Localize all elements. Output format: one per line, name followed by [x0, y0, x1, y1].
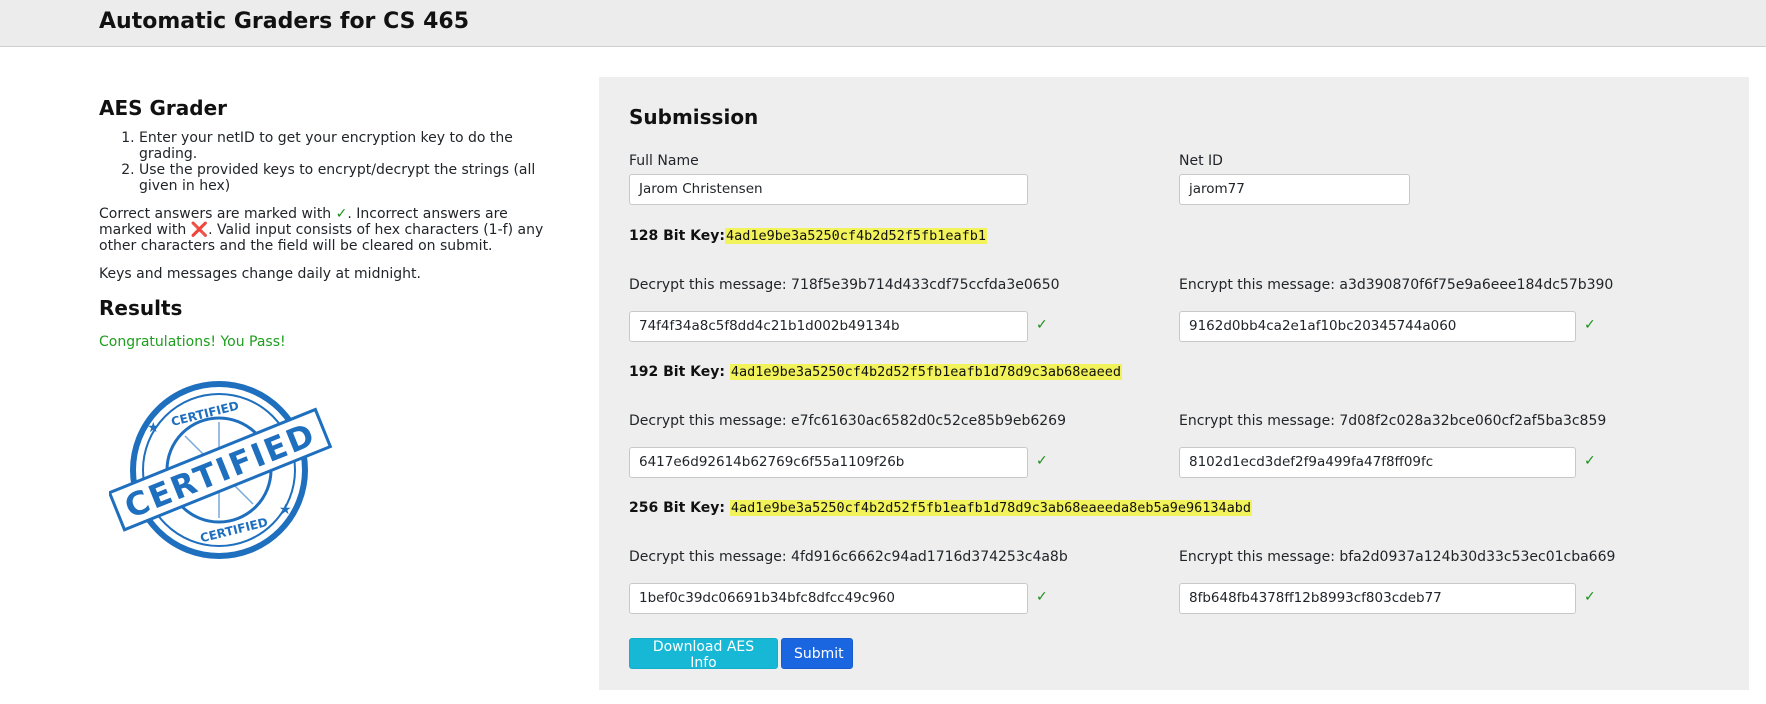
instruction-item: Enter your netID to get your encryption …: [139, 130, 559, 162]
key-256-value: 4ad1e9be3a5250cf4b2d52f5fb1eafb1d78d9c3a…: [729, 500, 1253, 516]
svg-text:★: ★: [279, 502, 292, 518]
svg-text:★: ★: [147, 420, 160, 436]
marks-explanation: Correct answers are marked with ✓. Incor…: [99, 206, 559, 254]
check-icon: ✓: [1584, 589, 1596, 605]
check-icon: ✓: [1036, 589, 1048, 605]
encrypt-answer-128-input[interactable]: 9162d0bb4ca2e1af10bc20345744a060: [1179, 311, 1576, 342]
encrypt-answer-256-input[interactable]: 8fb648fb4378ff12b8993cf803cdeb77: [1179, 583, 1576, 614]
key-128-label: 128 Bit Key:: [629, 228, 725, 244]
encrypt-prompt-256: Encrypt this message: bfa2d0937a124b30d3…: [1179, 549, 1616, 565]
check-icon: ✓: [335, 206, 348, 222]
top-navbar: Automatic Graders for CS 465: [0, 0, 1766, 47]
stamp-top-text: CERTIFIED: [170, 399, 241, 429]
key-192-value: 4ad1e9be3a5250cf4b2d52f5fb1eafb1d78d9c3a…: [729, 364, 1122, 380]
decrypt-prompt-192: Decrypt this message: e7fc61630ac6582d0c…: [629, 413, 1066, 429]
check-icon: ✓: [1036, 317, 1048, 333]
grader-title: AES Grader: [99, 96, 228, 120]
results-title: Results: [99, 296, 183, 320]
decrypt-answer-256-input[interactable]: 1bef0c39dc06691b34bfc8dfcc49c960: [629, 583, 1028, 614]
key-256-line: 256 Bit Key: 4ad1e9be3a5250cf4b2d52f5fb1…: [629, 500, 1253, 516]
key-128-value: 4ad1e9be3a5250cf4b2d52f5fb1eafb1: [724, 228, 988, 244]
submission-title: Submission: [629, 105, 759, 129]
key-192-label: 192 Bit Key:: [629, 364, 730, 380]
full-name-label: Full Name: [629, 153, 699, 169]
pass-message: Congratulations! You Pass!: [99, 334, 286, 350]
marks-text: Correct answers are marked with: [99, 206, 336, 222]
keys-note: Keys and messages change daily at midnig…: [99, 266, 421, 282]
decrypt-answer-128-input[interactable]: 74f4f34a8c5f8dd4c21b1d002b49134b: [629, 311, 1028, 342]
encrypt-prompt-192: Encrypt this message: 7d08f2c028a32bce06…: [1179, 413, 1607, 429]
key-256-label: 256 Bit Key:: [629, 500, 730, 516]
instructions-column: AES Grader Enter your netID to get your …: [99, 96, 559, 559]
decrypt-prompt-256: Decrypt this message: 4fd916c6662c94ad17…: [629, 549, 1068, 565]
cross-icon: ❌: [190, 222, 209, 238]
decrypt-prompt-128: Decrypt this message: 718f5e39b714d433cd…: [629, 277, 1060, 293]
submit-button[interactable]: Submit: [781, 638, 853, 669]
netid-input[interactable]: jarom77: [1179, 174, 1410, 205]
full-name-input[interactable]: Jarom Christensen: [629, 174, 1028, 205]
key-128-line: 128 Bit Key:4ad1e9be3a5250cf4b2d52f5fb1e…: [629, 228, 988, 244]
netid-label: Net ID: [1179, 153, 1223, 169]
app-title[interactable]: Automatic Graders for CS 465: [99, 9, 469, 34]
encrypt-answer-192-input[interactable]: 8102d1ecd3def2f9a499fa47f8ff09fc: [1179, 447, 1576, 478]
instruction-list: Enter your netID to get your encryption …: [99, 130, 559, 194]
submission-panel: Submission Full Name Jarom Christensen N…: [599, 77, 1749, 690]
certified-stamp-image: CERTIFIED CERTIFIED CERTIFIED ★ ★: [109, 381, 333, 559]
check-icon: ✓: [1036, 453, 1048, 469]
encrypt-prompt-128: Encrypt this message: a3d390870f6f75e9a6…: [1179, 277, 1614, 293]
key-192-line: 192 Bit Key: 4ad1e9be3a5250cf4b2d52f5fb1…: [629, 364, 1122, 380]
check-icon: ✓: [1584, 453, 1596, 469]
decrypt-answer-192-input[interactable]: 6417e6d92614b62769c6f55a1109f26b: [629, 447, 1028, 478]
check-icon: ✓: [1584, 317, 1596, 333]
download-aes-info-button[interactable]: Download AES Info: [629, 638, 778, 671]
instruction-item: Use the provided keys to encrypt/decrypt…: [139, 162, 559, 194]
